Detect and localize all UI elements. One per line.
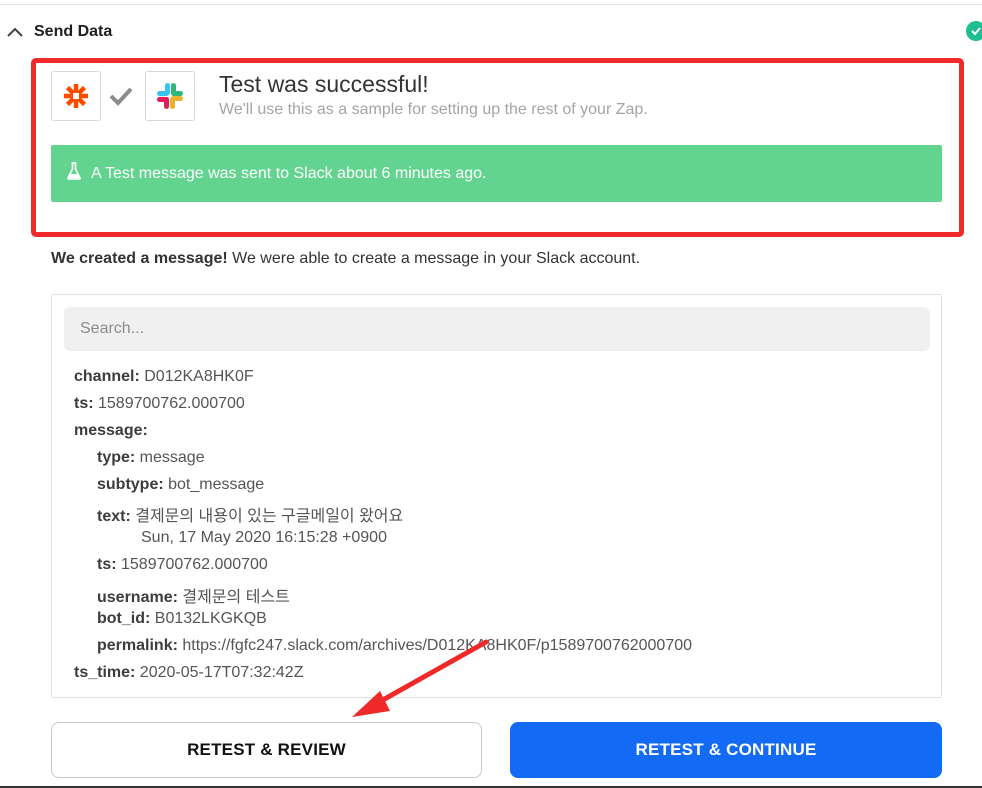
check-icon <box>108 85 134 112</box>
field-row: permalink: https://fgfc247.slack.com/arc… <box>97 637 692 655</box>
section-title: Send Data <box>34 23 113 40</box>
field-key: ts: <box>74 395 94 412</box>
field-row: subtype: bot_message <box>97 476 264 494</box>
field-value: B0132LKGKQB <box>150 610 267 627</box>
field-value: 2020-05-17T07:32:42Z <box>135 664 304 681</box>
flask-icon <box>67 162 81 185</box>
field-key: ts_time: <box>74 664 136 681</box>
field-value: D012KA8HK0F <box>139 368 254 385</box>
created-message-bold: We created a message! <box>51 250 228 267</box>
field-value: 결제문의 테스트 <box>177 589 290 606</box>
alert-text: A Test message was sent to Slack about 6… <box>91 164 487 182</box>
field-row: message: <box>74 422 148 440</box>
top-divider <box>0 4 982 5</box>
field-row: ts: 1589700762.000700 <box>74 395 245 413</box>
slack-logo-icon <box>145 71 195 121</box>
created-message-note: We created a message! We were able to cr… <box>51 250 640 268</box>
field-row: type: message <box>97 449 205 467</box>
field-row: username: 결제문의 테스트 <box>97 583 290 607</box>
field-key: text: <box>97 508 131 525</box>
retest-review-button[interactable]: RETEST & REVIEW <box>51 722 482 778</box>
field-key: subtype: <box>97 476 164 493</box>
field-value: Sun, 17 May 2020 16:15:28 +0900 <box>141 529 387 546</box>
field-value: 1589700762.000700 <box>116 556 268 573</box>
field-value: message <box>135 449 205 466</box>
field-value: 1589700762.000700 <box>93 395 245 412</box>
field-row: channel: D012KA8HK0F <box>74 368 254 386</box>
field-row: Sun, 17 May 2020 16:15:28 +0900 <box>141 529 387 547</box>
test-subtitle: We'll use this as a sample for setting u… <box>219 101 648 118</box>
created-message-text: We were able to create a message in your… <box>227 250 641 267</box>
test-title: Test was successful! <box>219 71 429 97</box>
field-key: bot_id: <box>97 610 151 627</box>
field-row: text: 결제문의 내용이 있는 구글메일이 왔어요 <box>97 502 403 526</box>
field-key: username: <box>97 589 178 606</box>
field-key: message: <box>74 422 148 439</box>
check-circle-icon <box>966 21 982 41</box>
search-input[interactable] <box>64 307 930 351</box>
test-success-alert: A Test message was sent to Slack about 6… <box>51 145 942 202</box>
send-data-header[interactable]: Send Data <box>6 20 112 44</box>
field-row: bot_id: B0132LKGKQB <box>97 610 267 628</box>
field-value: 결제문의 내용이 있는 구글메일이 왔어요 <box>130 508 404 525</box>
field-key: ts: <box>97 556 117 573</box>
field-key: channel: <box>74 368 140 385</box>
field-key: type: <box>97 449 136 466</box>
field-value: bot_message <box>163 476 265 493</box>
field-row: ts: 1589700762.000700 <box>97 556 268 574</box>
chevron-up-icon[interactable] <box>6 26 24 38</box>
field-value: https://fgfc247.slack.com/archives/D012K… <box>177 637 693 654</box>
field-key: permalink: <box>97 637 178 654</box>
retest-continue-button[interactable]: RETEST & CONTINUE <box>510 722 942 778</box>
field-row: ts_time: 2020-05-17T07:32:42Z <box>74 664 303 682</box>
zapier-logo-icon <box>51 71 101 121</box>
